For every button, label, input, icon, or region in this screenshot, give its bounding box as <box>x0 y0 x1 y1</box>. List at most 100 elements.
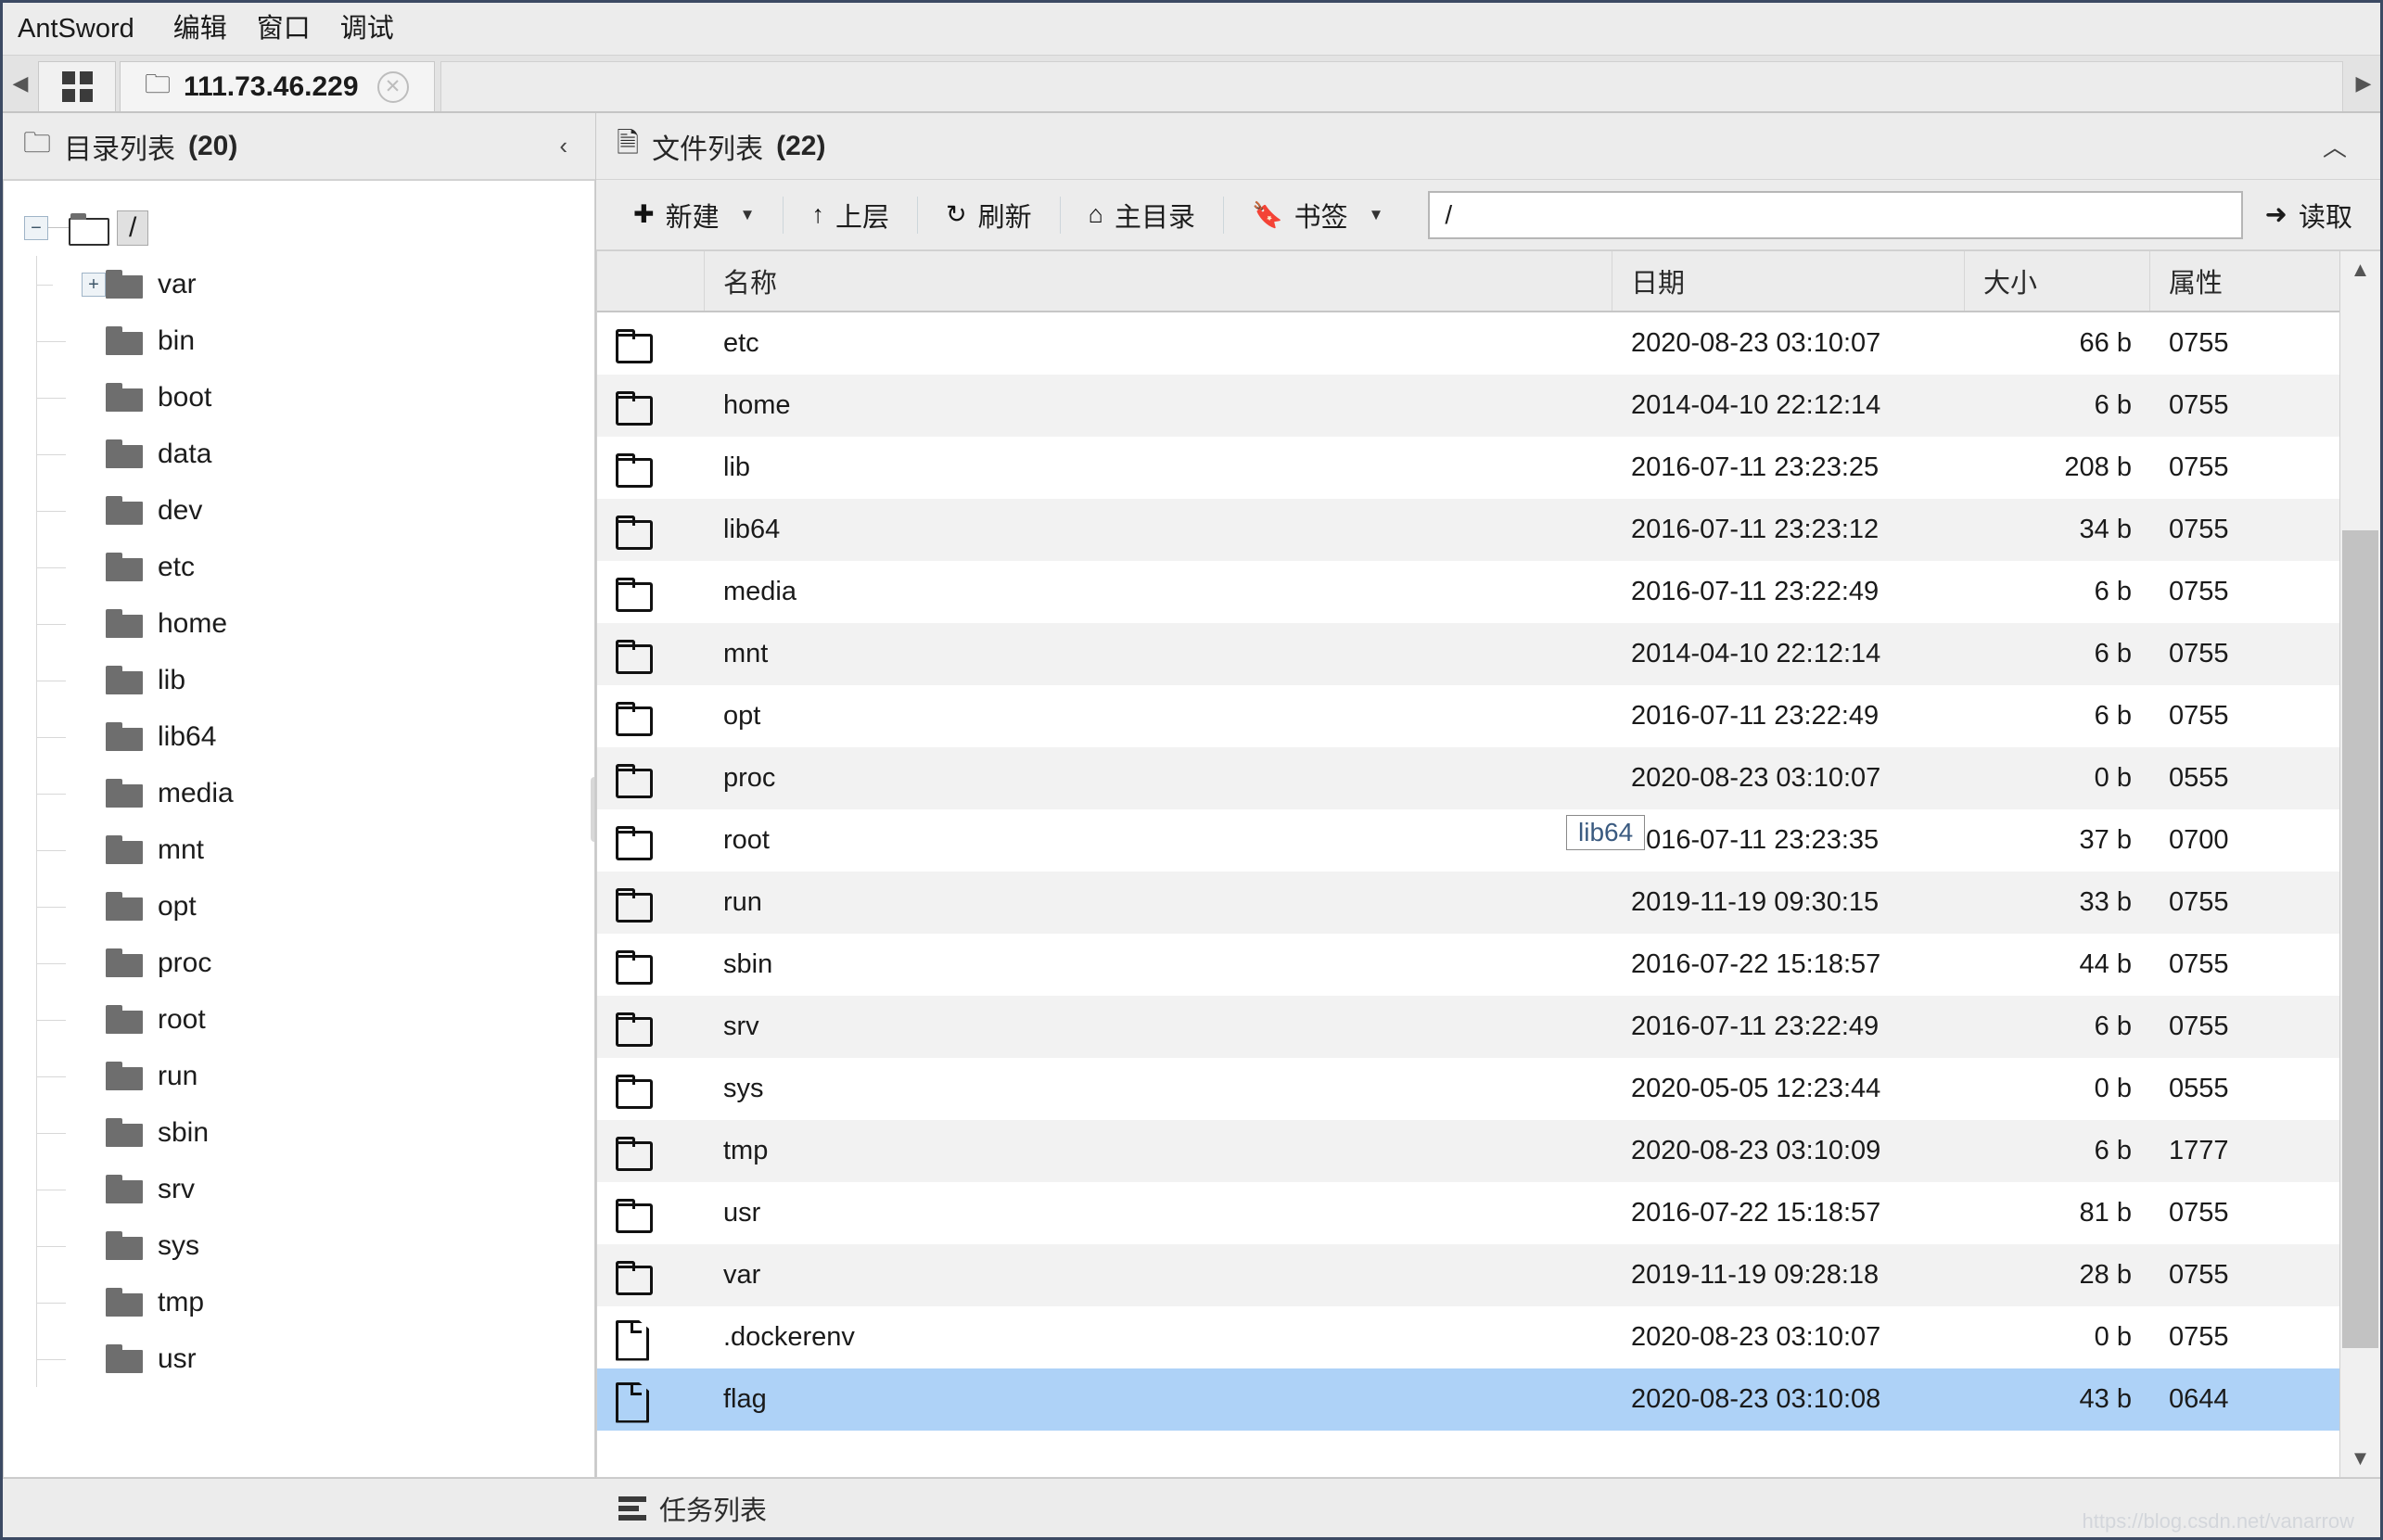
tab-scroll-left-button[interactable]: ◀ <box>3 56 38 111</box>
tab-grid-view-button[interactable] <box>38 61 116 111</box>
close-icon[interactable]: ✕ <box>376 70 409 103</box>
table-row[interactable]: opt 2016-07-11 23:22:49 6 b 0755 <box>597 685 2380 747</box>
table-row[interactable]: home 2014-04-10 22:12:14 6 b 0755 <box>597 375 2380 437</box>
file-icon <box>616 1382 644 1418</box>
scroll-down-button[interactable]: ▼ <box>2340 1440 2380 1477</box>
column-header-icon[interactable] <box>597 251 705 311</box>
tree-node-proc[interactable]: proc <box>36 935 594 991</box>
tree-node-run[interactable]: run <box>36 1048 594 1104</box>
scroll-up-button[interactable]: ▲ <box>2340 251 2380 288</box>
tree-node-sys[interactable]: sys <box>36 1217 594 1274</box>
table-row[interactable]: sbin 2016-07-22 15:18:57 44 b 0755 <box>597 934 2380 996</box>
menu-item-edit[interactable]: 编辑 <box>159 3 242 56</box>
menu-item-debug[interactable]: 调试 <box>325 3 409 56</box>
row-size: 208 b <box>2064 452 2132 482</box>
table-row[interactable]: root 2016-07-11 23:23:35 37 b 0700 <box>597 809 2380 872</box>
new-button[interactable]: ✚ 新建 ▼ <box>609 189 779 241</box>
main-body: 🗀 目录列表 (20) ‹ − / + var bin boot data dev etc h… <box>3 113 2380 1478</box>
tree-node-bin[interactable]: bin <box>36 312 594 369</box>
row-date: 2016-07-11 23:22:49 <box>1631 1012 1880 1041</box>
folder-icon <box>106 835 143 864</box>
row-icon-cell <box>597 1244 705 1306</box>
collapse-file-panel-button[interactable]: ︿ <box>2317 129 2352 163</box>
row-icon-cell <box>597 934 705 996</box>
bookmark-button[interactable]: 🔖 书签 ▼ <box>1228 189 1408 241</box>
column-header-date[interactable]: 日期 <box>1612 251 1965 311</box>
table-row[interactable]: sys 2020-05-05 12:23:44 0 b 0555 <box>597 1058 2380 1120</box>
path-input[interactable] <box>1428 190 2243 239</box>
table-row[interactable]: lib 2016-07-11 23:23:25 208 b 0755 <box>597 437 2380 499</box>
tree-node-usr[interactable]: usr <box>36 1330 594 1387</box>
tree-node-sbin[interactable]: sbin <box>36 1104 594 1161</box>
home-button[interactable]: ⌂ 主目录 <box>1064 189 1219 241</box>
folder-icon <box>106 609 143 638</box>
scrollbar-track[interactable] <box>2340 288 2380 1440</box>
row-date: 2014-04-10 22:12:14 <box>1631 390 1881 420</box>
tree-node-mnt[interactable]: mnt <box>36 821 594 878</box>
folder-icon <box>106 948 143 977</box>
row-icon-cell <box>597 1182 705 1244</box>
folder-icon <box>616 764 653 798</box>
tree-node-lib[interactable]: lib <box>36 652 594 708</box>
tree-node-tmp[interactable]: tmp <box>36 1274 594 1330</box>
table-row[interactable]: flag 2020-08-23 03:10:08 43 b 0644 <box>597 1368 2380 1431</box>
menu-item-antsword[interactable]: AntSword <box>18 3 159 56</box>
tree-node-lib64[interactable]: lib64 <box>36 708 594 765</box>
tab-111-73-46-229[interactable]: 🗀 111.73.46.229 ✕ <box>120 61 435 111</box>
tree-node-etc[interactable]: etc <box>36 539 594 595</box>
sidebar-splitter-handle[interactable] <box>591 777 594 843</box>
table-row[interactable]: tmp 2020-08-23 03:10:09 6 b 1777 <box>597 1120 2380 1182</box>
table-row[interactable]: proc 2020-08-23 03:10:07 0 b 0555 <box>597 747 2380 809</box>
plus-circle-icon: ✚ <box>633 200 655 228</box>
tree-node-dev[interactable]: dev <box>36 482 594 539</box>
read-button-label: 读取 <box>2298 202 2352 233</box>
tree-toggle-root[interactable]: − <box>24 215 48 240</box>
read-button[interactable]: ➜ 读取 <box>2260 196 2365 235</box>
row-date: 2019-11-19 09:28:18 <box>1631 1260 1880 1290</box>
tree-node-label: usr <box>158 1343 197 1374</box>
file-list-scrollbar[interactable]: ▲ ▼ <box>2339 251 2380 1477</box>
table-row[interactable]: usr 2016-07-22 15:18:57 81 b 0755 <box>597 1182 2380 1244</box>
table-row[interactable]: etc 2020-08-23 03:10:07 66 b 0755 <box>597 312 2380 375</box>
tasklist-icon <box>618 1495 646 1521</box>
chevron-down-icon[interactable]: ▼ <box>740 206 756 224</box>
tree-node-label: sbin <box>158 1116 210 1148</box>
scrollbar-thumb[interactable] <box>2342 529 2378 1348</box>
tree-node-var[interactable]: + var <box>36 256 594 312</box>
tree-node-boot[interactable]: boot <box>36 369 594 426</box>
chevron-down-icon[interactable]: ▼ <box>1369 206 1384 224</box>
tree-node-srv[interactable]: srv <box>36 1161 594 1217</box>
tree-node-label: sys <box>158 1229 199 1261</box>
tab-scroll-right-button[interactable]: ▶ <box>2347 56 2380 111</box>
column-header-name[interactable]: 名称 <box>705 251 1612 311</box>
tasklist-button[interactable]: 任务列表 <box>596 1489 767 1528</box>
refresh-button[interactable]: ↻ 刷新 <box>922 189 1056 241</box>
arrow-up-icon: ↑ <box>811 200 824 228</box>
tree-node-root[interactable]: root <box>36 991 594 1048</box>
table-row[interactable]: .dockerenv 2020-08-23 03:10:07 0 b 0755 <box>597 1306 2380 1368</box>
folder-icon <box>616 453 653 488</box>
menu-item-window[interactable]: 窗口 <box>242 3 325 56</box>
directory-tree-container[interactable]: − / + var bin boot data dev etc home lib lib64 med… <box>3 180 595 1478</box>
tree-node-root[interactable]: − / <box>24 199 594 256</box>
tree-node-data[interactable]: data <box>36 426 594 482</box>
column-header-size[interactable]: 大小 <box>1965 251 2150 311</box>
folder-icon: 🗀 <box>145 69 172 98</box>
collapse-sidebar-button[interactable]: ‹ <box>554 132 573 160</box>
table-row[interactable]: srv 2016-07-11 23:22:49 6 b 0755 <box>597 996 2380 1058</box>
table-row[interactable]: lib64 2016-07-11 23:23:12 34 b 0755 <box>597 499 2380 561</box>
table-row[interactable]: media 2016-07-11 23:22:49 6 b 0755 <box>597 561 2380 623</box>
table-row[interactable]: mnt 2014-04-10 22:12:14 6 b 0755 <box>597 623 2380 685</box>
table-row[interactable]: run 2019-11-19 09:30:15 33 b 0755 <box>597 872 2380 934</box>
folder-icon <box>616 1199 653 1233</box>
table-row[interactable]: var 2019-11-19 09:28:18 28 b 0755 <box>597 1244 2380 1306</box>
up-button[interactable]: ↑ 上层 <box>787 189 913 241</box>
tree-toggle-var[interactable]: + <box>82 272 106 297</box>
toolbar-divider <box>1222 196 1224 234</box>
tree-node-opt[interactable]: opt <box>36 878 594 935</box>
tree-node-home[interactable]: home <box>36 595 594 652</box>
tree-node-media[interactable]: media <box>36 765 594 821</box>
